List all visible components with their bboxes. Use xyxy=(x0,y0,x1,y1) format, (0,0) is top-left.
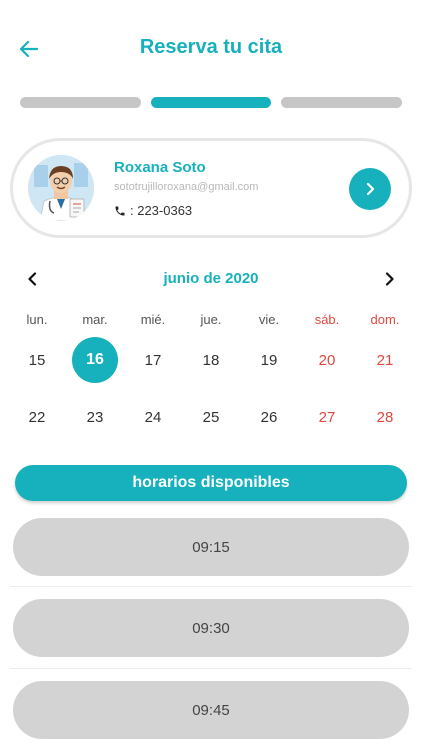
time-slot-button[interactable]: 09:45 xyxy=(13,681,409,739)
time-slot-button[interactable]: 09:15 xyxy=(13,518,409,576)
doctor-card[interactable]: Roxana Soto sototrujilloroxana@gmail.com… xyxy=(10,138,412,238)
weekday-label: sáb. xyxy=(314,312,340,327)
step-indicator-1 xyxy=(20,97,141,108)
calendar-day-selected[interactable]: 16 xyxy=(66,337,124,383)
doctor-details-button[interactable] xyxy=(349,168,391,210)
doctor-phone: : 223-0363 xyxy=(114,203,192,218)
phone-icon xyxy=(115,206,125,215)
doctor-avatar-icon xyxy=(28,155,94,221)
time-slot-button[interactable]: 09:30 xyxy=(13,599,409,657)
weekday-header: lun. mar. mié. jue. vie. sáb. dom. xyxy=(8,312,414,327)
weekday-label: jue. xyxy=(200,312,222,327)
calendar-week-row: 22 23 24 25 26 27 28 xyxy=(8,394,414,440)
weekday-label: mar. xyxy=(82,312,108,327)
weekday-label: vie. xyxy=(258,312,280,327)
calendar-day[interactable]: 24 xyxy=(124,394,182,440)
doctor-name: Roxana Soto xyxy=(114,159,206,176)
weekday-label: mié. xyxy=(140,312,166,327)
calendar-day[interactable]: 20 xyxy=(298,337,356,383)
calendar-day[interactable]: 18 xyxy=(182,337,240,383)
calendar-header: junio de 2020 xyxy=(0,266,422,292)
app-header: Reserva tu cita xyxy=(0,0,422,98)
page-title: Reserva tu cita xyxy=(139,36,283,58)
divider xyxy=(10,586,412,587)
step-indicator-2 xyxy=(150,97,272,108)
calendar-day[interactable]: 23 xyxy=(66,394,124,440)
calendar-day[interactable]: 22 xyxy=(8,394,66,440)
calendar-day[interactable]: 27 xyxy=(298,394,356,440)
progress-steps xyxy=(20,97,403,108)
weekday-label: lun. xyxy=(26,312,48,327)
calendar-week-row: 15 16 17 18 19 20 21 xyxy=(8,337,414,383)
available-times-header: horarios disponibles xyxy=(15,465,407,501)
calendar-day[interactable]: 19 xyxy=(240,337,298,383)
calendar-day[interactable]: 21 xyxy=(356,337,414,383)
divider xyxy=(10,668,412,669)
chevron-right-icon xyxy=(366,182,375,196)
calendar-day[interactable]: 26 xyxy=(240,394,298,440)
calendar-day[interactable]: 28 xyxy=(356,394,414,440)
calendar-day[interactable]: 25 xyxy=(182,394,240,440)
next-month-button[interactable] xyxy=(378,268,400,290)
step-indicator-3 xyxy=(281,97,403,108)
calendar-day[interactable]: 17 xyxy=(124,337,182,383)
doctor-phone-text: : 223-0363 xyxy=(130,203,193,218)
calendar-month-label: junio de 2020 xyxy=(163,270,259,287)
doctor-email: sototrujilloroxana@gmail.com xyxy=(114,181,259,193)
chevron-right-icon xyxy=(385,272,394,286)
weekday-label: dom. xyxy=(370,312,400,327)
calendar-day[interactable]: 15 xyxy=(8,337,66,383)
